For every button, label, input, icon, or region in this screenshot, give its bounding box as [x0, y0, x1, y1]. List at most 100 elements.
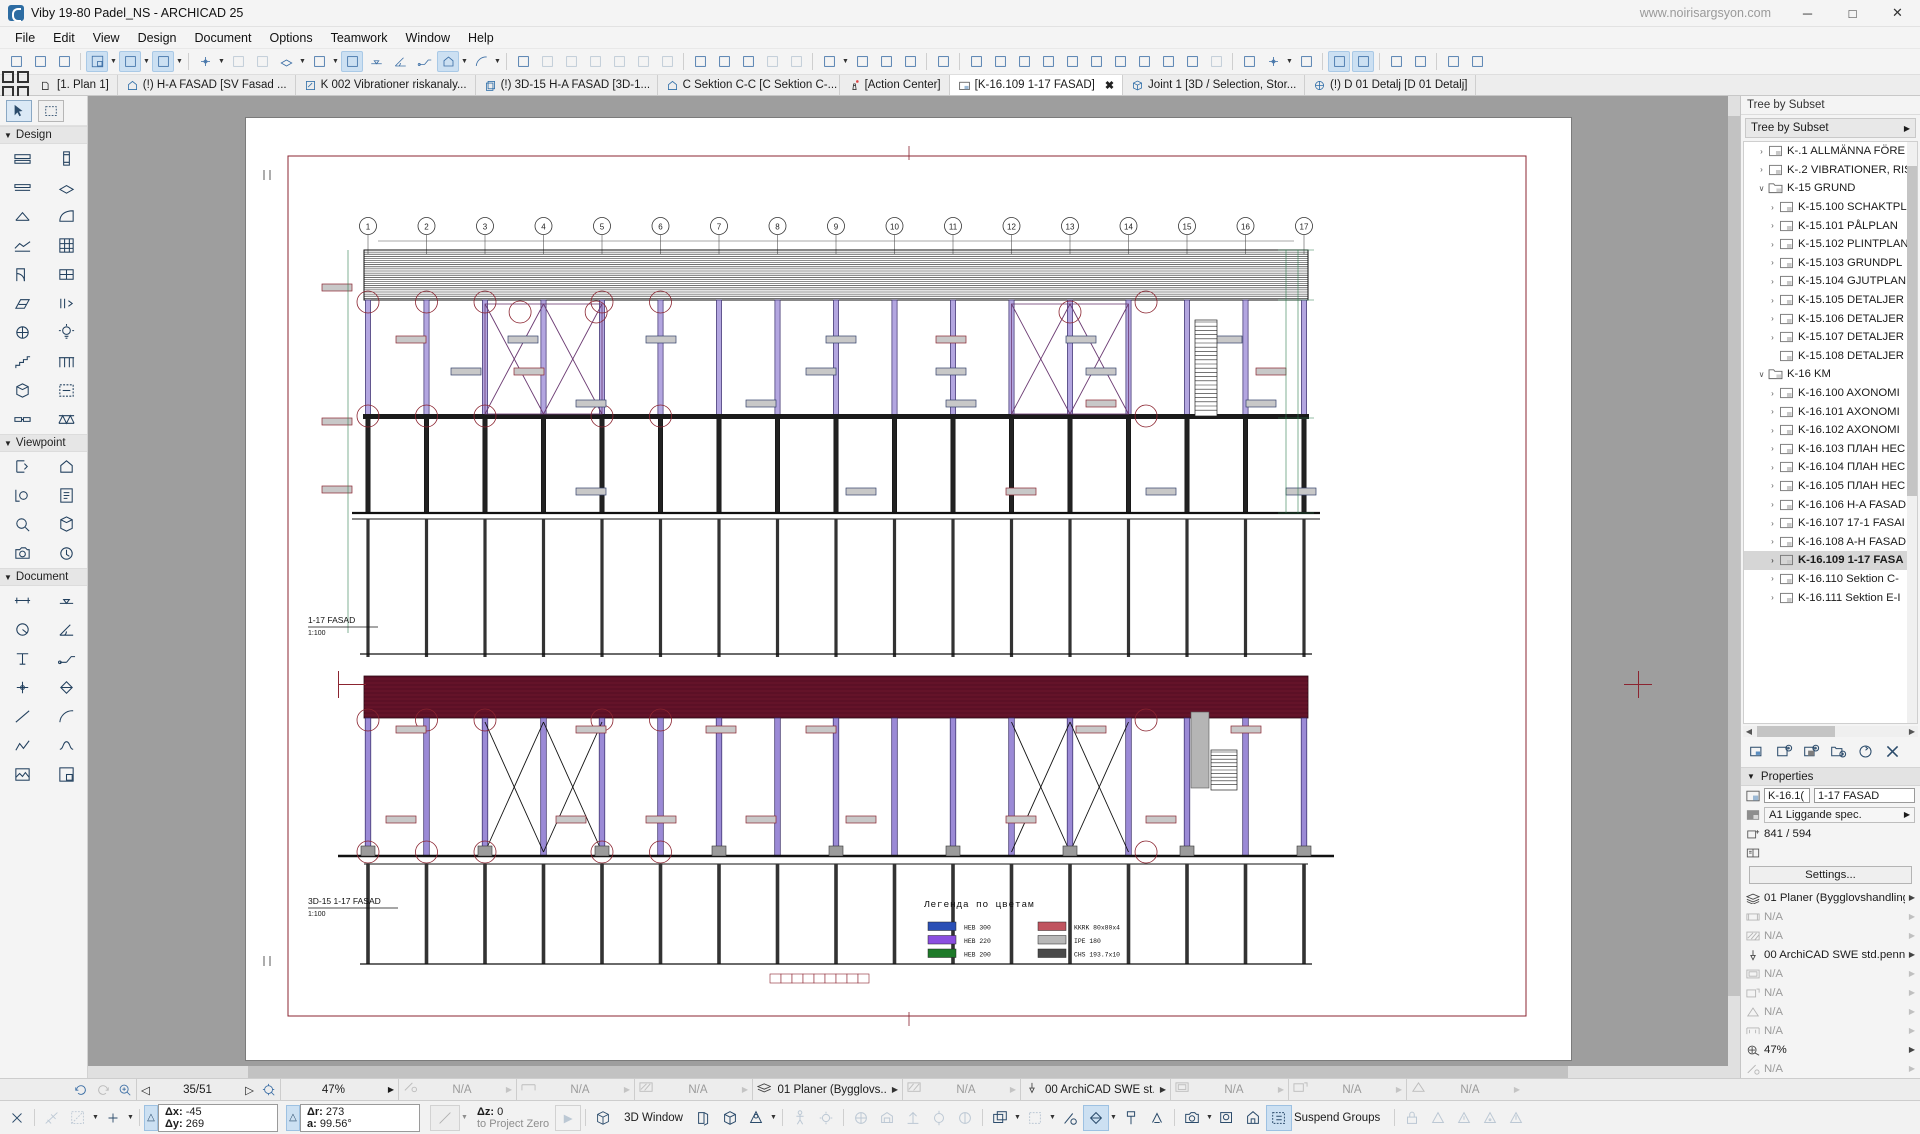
- suspend-groups-icon[interactable]: [1265, 1104, 1292, 1131]
- wall-tool[interactable]: [0, 144, 44, 173]
- grid-pattern-icon[interactable]: [1181, 51, 1203, 72]
- snap-off-icon[interactable]: [4, 1105, 30, 1131]
- chevron-right-icon[interactable]: ▶: [1160, 1085, 1166, 1094]
- chevron-right-icon[interactable]: ▶: [624, 1085, 630, 1094]
- morph-tool[interactable]: [0, 376, 44, 405]
- mesh-tool[interactable]: [0, 231, 44, 260]
- chevron-right-icon[interactable]: ▶: [1514, 1085, 1520, 1094]
- tree-item-2[interactable]: ∨ K-15 GRUND: [1744, 179, 1917, 198]
- tree-item-9[interactable]: › K-15.106 DETALJER: [1744, 309, 1917, 328]
- expander-icon[interactable]: ∨: [1755, 370, 1768, 379]
- property-row-fill-override[interactable]: N/A ▶: [1741, 926, 1920, 945]
- chevron-down-icon[interactable]: ▼: [1109, 1107, 1118, 1128]
- tree-item-15[interactable]: › K-16.102 AXONOMI: [1744, 421, 1917, 440]
- label-tool[interactable]: [44, 644, 88, 673]
- alert1-icon[interactable]: [1425, 1105, 1451, 1131]
- cut-plane-icon[interactable]: [932, 51, 954, 72]
- label-tool[interactable]: [413, 51, 435, 72]
- door-tool[interactable]: [0, 260, 44, 289]
- hotspot-tool[interactable]: [1262, 51, 1284, 72]
- redo-zoom-icon[interactable]: [92, 1080, 114, 1100]
- zoom-in-icon[interactable]: [114, 1080, 136, 1100]
- tab-group-icon[interactable]: [0, 71, 32, 98]
- chevron-right-icon[interactable]: ▶: [506, 1085, 512, 1094]
- partial-structure-display-icon[interactable]: [1057, 1105, 1083, 1131]
- toolbox-section-document[interactable]: ▼ Document: [0, 568, 87, 586]
- minus-icon[interactable]: [608, 51, 630, 72]
- undo-zoom-icon[interactable]: [70, 1080, 92, 1100]
- chevron-right-icon[interactable]: ▶: [1396, 1085, 1402, 1094]
- toolbox-section-viewpoint[interactable]: ▼ Viewpoint: [0, 434, 87, 452]
- expander-icon[interactable]: ›: [1766, 444, 1779, 453]
- tab-close-icon[interactable]: ✖: [1105, 79, 1114, 92]
- tree-item-16[interactable]: › K-16.103 ПЛАН НЕС: [1744, 440, 1917, 459]
- coordinate-xy[interactable]: Δx: -45 Δy: 269: [158, 1103, 278, 1132]
- chevron-right-icon[interactable]: ▶: [742, 1085, 748, 1094]
- chevron-down-icon[interactable]: ▼: [331, 51, 340, 72]
- master-layout-combo[interactable]: A1 Liggande spec. ▶: [1764, 806, 1915, 823]
- radial-dimension-tool[interactable]: [0, 615, 44, 644]
- tree-item-24[interactable]: › K-16.111 Sektion E-I: [1744, 588, 1917, 607]
- scroll-left-icon[interactable]: ◀: [1743, 726, 1755, 737]
- tree-item-23[interactable]: › K-16.110 Sektion C-: [1744, 570, 1917, 589]
- scroll-right-icon[interactable]: ▶: [1906, 726, 1918, 737]
- property-row-pen-set[interactable]: 00 ArchiCAD SWE std.pennor (... ▶: [1741, 945, 1920, 964]
- roof-tool[interactable]: [0, 202, 44, 231]
- canvas-vscrollbar[interactable]: [1728, 96, 1740, 1078]
- menu-help[interactable]: Help: [459, 29, 503, 47]
- property-row-zoom[interactable]: 47% ▶: [1741, 1040, 1920, 1059]
- walk-icon[interactable]: [787, 1105, 813, 1131]
- 3d-window-icon[interactable]: [590, 1105, 616, 1131]
- person-icon[interactable]: [1238, 51, 1260, 72]
- tree-item-7[interactable]: › K-15.104 GJUTPLAN: [1744, 272, 1917, 291]
- level-dimension-tool[interactable]: [365, 51, 387, 72]
- expander-icon[interactable]: ›: [1766, 407, 1779, 416]
- level-dimension-tool[interactable]: [44, 586, 88, 615]
- property-row-layer-combination[interactable]: 01 Planer (Bygglovshandling) ▶: [1741, 888, 1920, 907]
- expander-icon[interactable]: ›: [1755, 147, 1768, 156]
- 3d-view-mode-icon[interactable]: [1082, 1104, 1109, 1131]
- expander-icon[interactable]: ›: [1766, 519, 1779, 528]
- plus-icon[interactable]: [584, 51, 606, 72]
- chevron-right-icon[interactable]: ▶: [1909, 969, 1915, 978]
- status-field-5[interactable]: 00 ArchiCAD SWE st... ▶: [1020, 1078, 1170, 1101]
- chevron-down-icon[interactable]: ▼: [91, 1107, 100, 1128]
- marquee-3d-icon[interactable]: [926, 1105, 952, 1131]
- chevron-down-icon[interactable]: ▼: [769, 1107, 778, 1128]
- menu-teamwork[interactable]: Teamwork: [322, 29, 397, 47]
- elevation-tool[interactable]: [437, 51, 459, 72]
- status-field-6[interactable]: N/A ▶: [1170, 1078, 1288, 1101]
- 3d-window-label[interactable]: 3D Window: [616, 1112, 691, 1124]
- spline-tool[interactable]: [44, 731, 88, 760]
- chevron-right-icon[interactable]: ▶: [1909, 1026, 1915, 1035]
- properties-header[interactable]: ▼ Properties: [1741, 767, 1920, 786]
- property-row-model-view-options[interactable]: N/A ▶: [1741, 964, 1920, 983]
- layers-icon[interactable]: [987, 1105, 1013, 1131]
- surface-icon[interactable]: [1133, 51, 1155, 72]
- truss-tool[interactable]: [44, 405, 88, 434]
- section-marker-icon[interactable]: [341, 51, 363, 72]
- skylight-tool[interactable]: [0, 289, 44, 318]
- photorender-icon[interactable]: [1214, 1105, 1240, 1131]
- list-icon[interactable]: [713, 51, 735, 72]
- tab-1[interactable]: (!) H-A FASAD [SV Fasad ...: [118, 75, 296, 95]
- expander-icon[interactable]: ›: [1766, 593, 1779, 602]
- chevron-down-icon[interactable]: ▼: [460, 1107, 469, 1128]
- maximize-button[interactable]: □: [1830, 0, 1875, 27]
- subset-selector[interactable]: Tree by Subset ▶: [1745, 118, 1916, 138]
- new-layout-icon[interactable]: [1776, 743, 1793, 763]
- tab-2[interactable]: K 002 Vibrationer riskanaly...: [296, 75, 476, 95]
- expander-icon[interactable]: ›: [1766, 296, 1779, 305]
- coordinate-toggle-polar[interactable]: △: [286, 1104, 300, 1131]
- page-prev-icon[interactable]: ◁: [141, 1083, 150, 1097]
- chevron-down-icon[interactable]: ▼: [217, 51, 226, 72]
- property-row-pen-set-dim[interactable]: N/A ▶: [1741, 907, 1920, 926]
- arc-tool[interactable]: [44, 702, 88, 731]
- chevron-right-icon[interactable]: ▶: [1909, 950, 1915, 959]
- chevron-down-icon[interactable]: ▼: [1205, 1107, 1214, 1128]
- tree-item-5[interactable]: › K-15.102 PLINTPLAN: [1744, 235, 1917, 254]
- lamp-tool[interactable]: [44, 318, 88, 347]
- gravity-icon[interactable]: ▶: [555, 1104, 582, 1131]
- status-field-4[interactable]: N/A ▶: [902, 1078, 1020, 1101]
- tree-item-8[interactable]: › K-15.105 DETALJER: [1744, 291, 1917, 310]
